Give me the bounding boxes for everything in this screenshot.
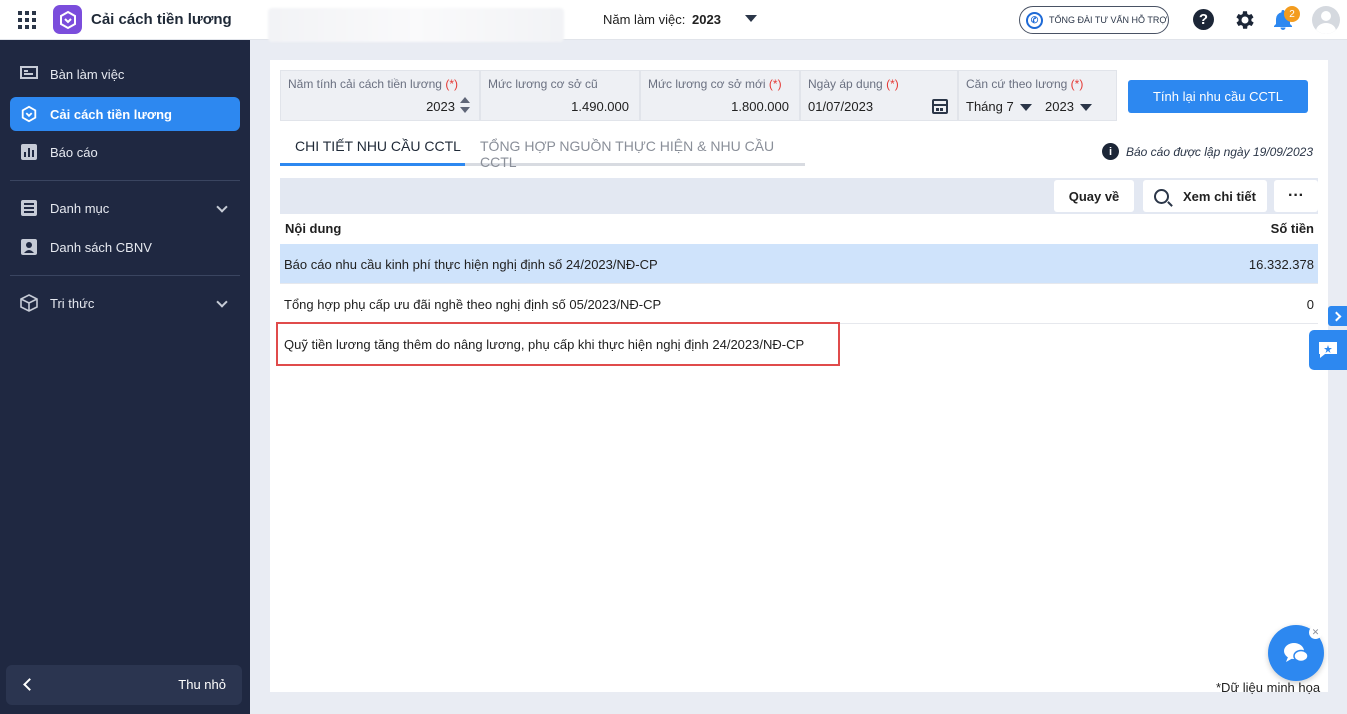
highlight-box — [276, 322, 840, 366]
caret-down-icon — [1079, 104, 1092, 112]
apply-date-value[interactable]: 01/07/2023 — [808, 99, 873, 114]
phone-icon: ✆ — [1026, 11, 1043, 29]
more-options-button[interactable]: ··· — [1274, 180, 1318, 212]
feedback-icon — [1319, 342, 1337, 358]
basis-year-value: 2023 — [1045, 99, 1074, 114]
year-filter-value[interactable]: 2023 — [426, 99, 455, 114]
chevron-down-icon — [216, 296, 228, 308]
app-grid-icon[interactable] — [18, 11, 36, 29]
tab-bar: CHI TIẾT NHU CẦU CCTL TỔNG HỢP NGUỒN THỰ… — [280, 130, 805, 170]
app-title: Cải cách tiền lương — [91, 11, 232, 28]
close-icon[interactable]: ✕ — [1309, 626, 1322, 639]
year-filter[interactable]: Năm tính cải cách tiền lương (*) 2023 — [280, 70, 480, 121]
illustrative-data-note: *Dữ liệu minh họa — [1216, 680, 1321, 695]
table-toolbar: Quay về Xem chi tiết ··· — [280, 178, 1318, 214]
sidebar-item-label: Tri thức — [50, 295, 95, 311]
app-logo-icon — [19, 104, 39, 124]
row-content: Tổng hợp phụ cấp ưu đãi nghề theo nghị đ… — [284, 297, 662, 312]
hotline-button[interactable]: ✆ TỔNG ĐÀI TƯ VẤN HỖ TRỢ — [1019, 6, 1169, 34]
table-header: Nội dung Số tiền — [280, 214, 1318, 244]
sidebar-item-label: Bàn làm việc — [50, 66, 125, 82]
chart-icon — [19, 142, 39, 162]
expand-panel-tab[interactable] — [1328, 306, 1347, 326]
recalculate-button[interactable]: Tính lại nhu cầu CCTL — [1128, 80, 1308, 113]
sidebar: Bàn làm việc Cải cách tiền lương Báo cáo… — [0, 40, 250, 714]
sidebar-item-label: Danh mục — [50, 200, 110, 216]
collapse-label: Thu nhỏ — [178, 677, 226, 692]
gear-icon[interactable] — [1232, 8, 1256, 32]
sidebar-item-label: Danh sách CBNV — [50, 239, 152, 255]
sidebar-item-label: Báo cáo — [50, 144, 98, 160]
tab-summary[interactable]: TỔNG HỢP NGUỒN THỰC HIỆN & NHU CẦU CCTL — [480, 138, 805, 170]
required-mark: (*) — [768, 77, 782, 91]
working-year-value[interactable]: 2023 — [692, 12, 721, 27]
apply-date-field[interactable]: Ngày áp dụng (*) 01/07/2023 — [800, 70, 958, 121]
sidebar-item-categories[interactable]: Danh mục — [10, 191, 240, 225]
collapse-sidebar-button[interactable]: Thu nhỏ — [6, 665, 242, 705]
sidebar-item-label: Cải cách tiền lương — [50, 106, 172, 122]
sidebar-item-employees[interactable]: Danh sách CBNV — [10, 230, 240, 264]
required-mark: (*) — [445, 77, 458, 91]
app-logo — [53, 5, 82, 34]
required-mark: (*) — [1070, 77, 1084, 91]
notification-badge: 2 — [1284, 6, 1300, 22]
old-base-value: 1.490.000 — [571, 99, 629, 114]
chevron-down-icon — [216, 201, 228, 213]
top-bar: Cải cách tiền lương Năm làm việc: 2023 ✆… — [0, 0, 1347, 42]
salary-basis-field: Căn cứ theo lương (*) Tháng 7 2023 — [958, 70, 1117, 121]
person-icon — [19, 237, 39, 257]
new-base-value[interactable]: 1.800.000 — [731, 99, 789, 114]
table-row[interactable]: Báo cáo nhu cầu kinh phí thực hiện nghị … — [280, 244, 1318, 284]
sidebar-item-reports[interactable]: Báo cáo — [10, 135, 240, 169]
tab-detail[interactable]: CHI TIẾT NHU CẦU CCTL — [295, 138, 461, 154]
sidebar-item-desk[interactable]: Bàn làm việc — [10, 57, 240, 91]
year-filter-label: Năm tính cải cách tiền lương — [288, 77, 442, 91]
help-icon[interactable]: ? — [1193, 9, 1214, 30]
view-detail-label: Xem chi tiết — [1183, 188, 1256, 204]
sidebar-divider — [10, 275, 240, 276]
new-base-salary-field[interactable]: Mức lương cơ sở mới (*) 1.800.000 — [640, 70, 800, 121]
basis-year-select[interactable]: 2023 — [1045, 99, 1092, 114]
search-icon — [1154, 188, 1170, 204]
apply-date-label: Ngày áp dụng — [808, 77, 883, 91]
row-amount: 0 — [1306, 297, 1314, 312]
sidebar-item-knowledge[interactable]: Tri thức — [10, 286, 240, 320]
chat-icon — [1284, 643, 1309, 663]
required-mark: (*) — [886, 77, 899, 91]
view-detail-button[interactable]: Xem chi tiết — [1143, 180, 1267, 212]
back-button[interactable]: Quay về — [1054, 180, 1134, 212]
working-year-label: Năm làm việc: — [603, 12, 686, 27]
basis-month-value: Tháng 7 — [966, 99, 1014, 114]
salary-basis-label: Căn cứ theo lương — [966, 77, 1068, 91]
chevron-left-icon — [23, 678, 36, 691]
active-tab-indicator — [280, 163, 465, 166]
hotline-label: TỔNG ĐÀI TƯ VẤN HỖ TRỢ — [1049, 15, 1168, 25]
main-panel: Năm tính cải cách tiền lương (*) 2023 Mứ… — [270, 60, 1328, 692]
avatar[interactable] — [1312, 6, 1340, 34]
feedback-button[interactable] — [1309, 330, 1347, 370]
old-base-label: Mức lương cơ sở cũ — [488, 77, 598, 91]
column-header-amount: Số tiền — [1270, 221, 1314, 236]
sidebar-item-salary-reform[interactable]: Cải cách tiền lương — [10, 97, 240, 131]
caret-down-icon — [1019, 104, 1032, 112]
row-content: Báo cáo nhu cầu kinh phí thực hiện nghị … — [284, 257, 658, 272]
basis-month-select[interactable]: Tháng 7 — [966, 99, 1032, 114]
desk-icon — [19, 64, 39, 84]
cube-icon — [19, 293, 39, 313]
old-base-salary-field: Mức lương cơ sở cũ 1.490.000 — [480, 70, 640, 121]
report-date-text: Báo cáo được lập ngày 19/09/2023 — [1126, 144, 1313, 159]
table-row[interactable]: Tổng hợp phụ cấp ưu đãi nghề theo nghị đ… — [280, 284, 1318, 324]
column-header-content: Nội dung — [285, 221, 342, 236]
spinner-icon[interactable] — [460, 97, 470, 115]
report-date: i Báo cáo được lập ngày 19/09/2023 — [1102, 143, 1313, 160]
new-base-label: Mức lương cơ sở mới — [648, 77, 766, 91]
calendar-icon[interactable] — [932, 99, 948, 114]
sidebar-divider — [10, 180, 240, 181]
row-amount: 16.332.378 — [1248, 257, 1314, 272]
info-icon: i — [1102, 143, 1119, 160]
caret-down-icon[interactable] — [745, 15, 757, 22]
list-icon — [19, 198, 39, 218]
organization-name-blurred — [268, 8, 564, 42]
